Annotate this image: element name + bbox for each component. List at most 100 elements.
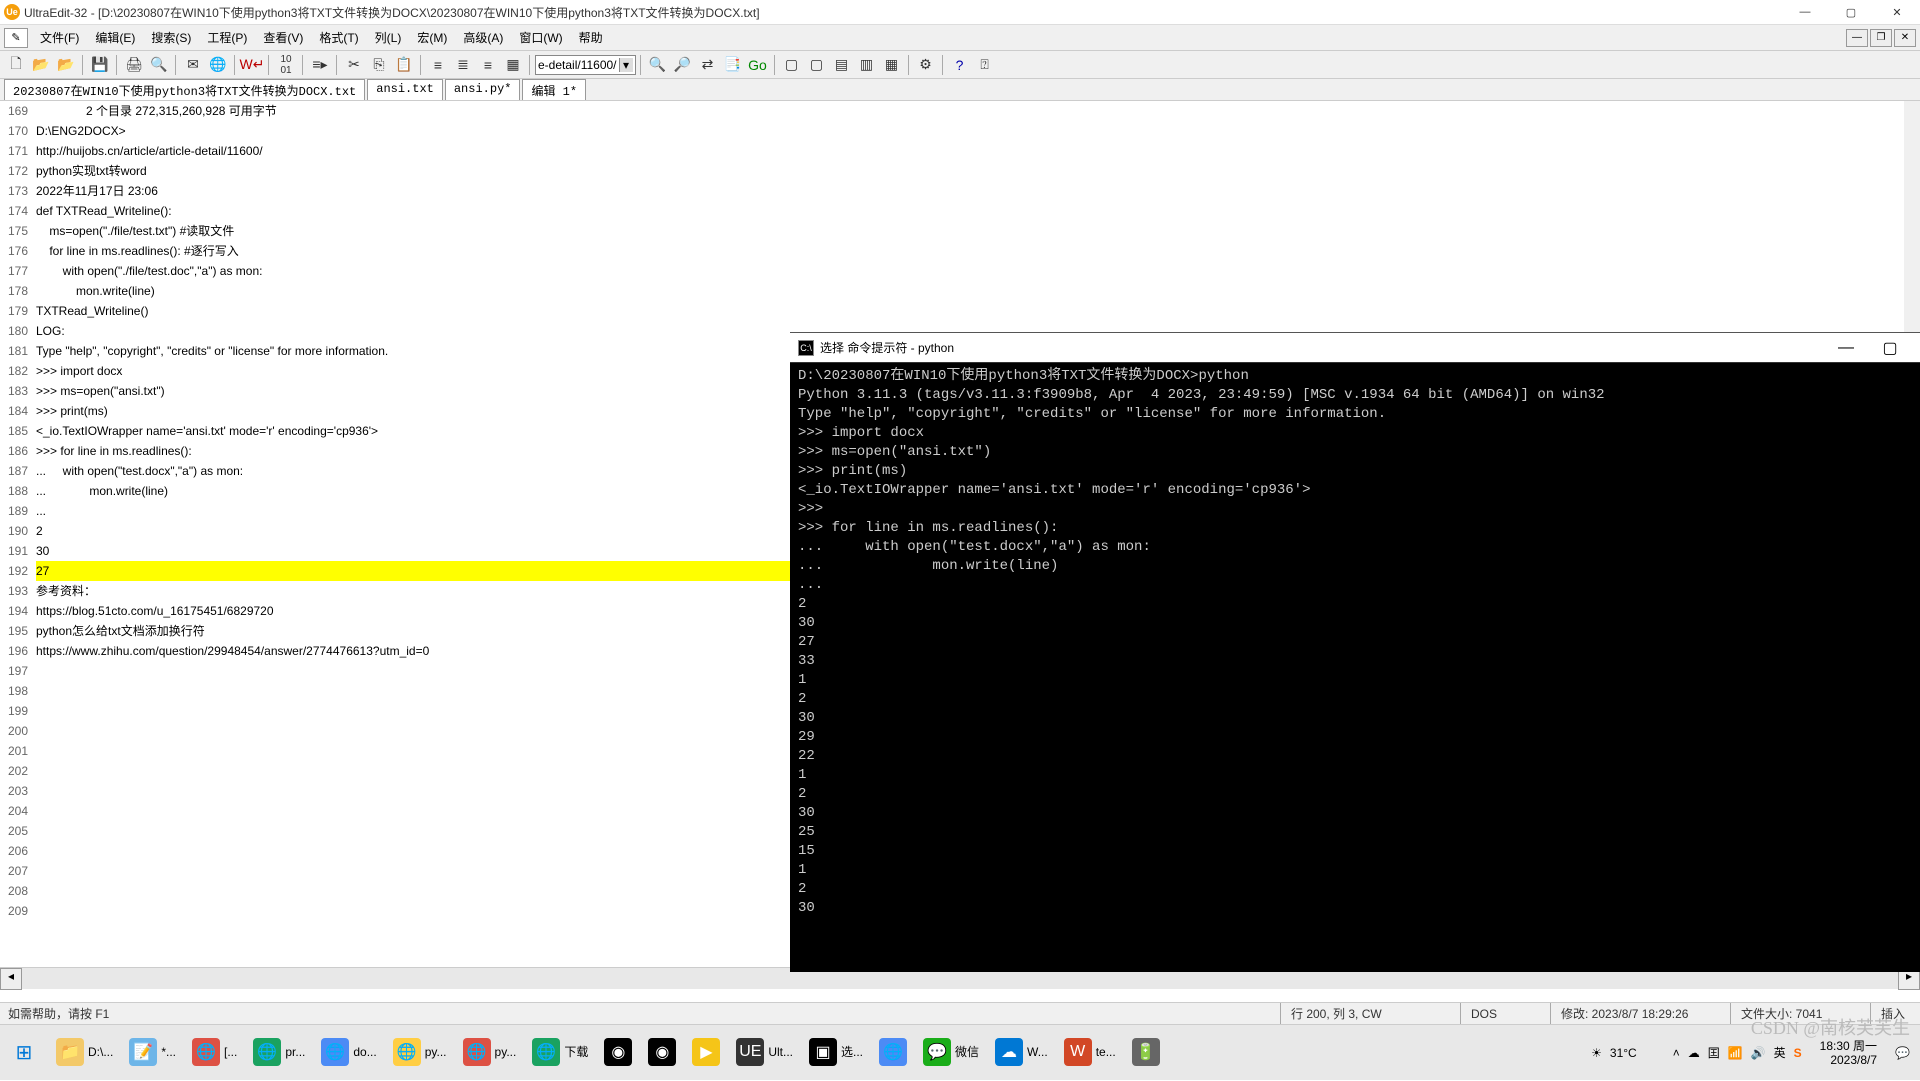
taskbar-app[interactable]: ▶ xyxy=(686,1033,726,1073)
menu-advanced[interactable]: 高级(A) xyxy=(455,27,511,48)
tile-v-icon[interactable]: ▥ xyxy=(855,53,879,77)
file-tab[interactable]: 编辑 1* xyxy=(522,79,586,100)
start-button[interactable]: ⊞ xyxy=(0,1025,48,1081)
word-wrap-icon[interactable]: W↵ xyxy=(240,53,264,77)
tray-sogou-icon[interactable]: S xyxy=(1794,1046,1802,1060)
console-titlebar[interactable]: C:\ 选择 命令提示符 - python — ▢ xyxy=(790,333,1920,363)
align-right-icon[interactable]: ≡ xyxy=(476,53,500,77)
web-icon[interactable]: 🌐 xyxy=(206,53,230,77)
help-icon[interactable]: ? xyxy=(948,53,972,77)
save-icon[interactable]: 💾 xyxy=(88,53,112,77)
menu-project[interactable]: 工程(P) xyxy=(199,27,255,48)
window2-icon[interactable]: ▢ xyxy=(805,53,829,77)
watermark: CSDN @南核芙芙生 xyxy=(1751,1014,1910,1040)
taskbar-app[interactable]: 🌐pr... xyxy=(247,1033,311,1073)
tray-volume-icon[interactable]: 🔊 xyxy=(1751,1046,1766,1060)
open-file-icon[interactable]: 📂 xyxy=(29,53,53,77)
taskbar-app[interactable]: 🌐py... xyxy=(387,1033,453,1073)
new-file-icon[interactable]: 🗋 xyxy=(4,53,28,77)
console-maximize-button[interactable]: ▢ xyxy=(1868,338,1912,358)
status-position: 行 200, 列 3, CW xyxy=(1280,1003,1460,1024)
maximize-button[interactable]: ▢ xyxy=(1828,0,1874,25)
file-tab[interactable]: ansi.py* xyxy=(445,79,521,100)
console-minimize-button[interactable]: — xyxy=(1824,339,1868,357)
taskbar-app[interactable]: 🌐 xyxy=(873,1033,913,1073)
copy-icon[interactable]: ⎘ xyxy=(367,53,391,77)
mdi-restore-button[interactable]: ❐ xyxy=(1870,29,1892,47)
menu-format[interactable]: 格式(T) xyxy=(311,27,366,48)
taskbar-app[interactable]: 🌐do... xyxy=(315,1033,382,1073)
taskbar-app[interactable]: 🔋 xyxy=(1126,1033,1166,1073)
align-left-icon[interactable]: ≡ xyxy=(426,53,450,77)
system-tray: ☀ 31°C ˄ ☁ 囯 📶 🔊 英 S 18:30 周一2023/8/7 💬 xyxy=(1581,1039,1920,1067)
hex-icon[interactable]: 1001 xyxy=(274,53,298,77)
doc-icon[interactable]: ✎ xyxy=(4,28,28,48)
menu-help[interactable]: 帮助 xyxy=(571,27,611,48)
menu-edit[interactable]: 编辑(E) xyxy=(87,27,143,48)
replace-icon[interactable]: ⇄ xyxy=(696,53,720,77)
taskbar-app[interactable]: 🌐py... xyxy=(457,1033,523,1073)
tray-wifi-icon[interactable]: 📶 xyxy=(1728,1046,1743,1060)
status-help: 如需帮助，请按 F1 xyxy=(0,1005,1280,1022)
statusbar: 如需帮助，请按 F1 行 200, 列 3, CW DOS 修改: 2023/8… xyxy=(0,1002,1920,1024)
settings-icon[interactable]: ⚙ xyxy=(914,53,938,77)
menu-macro[interactable]: 宏(M) xyxy=(409,27,455,48)
notifications-icon[interactable]: 💬 xyxy=(1895,1046,1910,1060)
taskbar-app[interactable]: Wte... xyxy=(1058,1033,1122,1073)
find-files-icon[interactable]: 📑 xyxy=(721,53,745,77)
email-icon[interactable]: ✉ xyxy=(181,53,205,77)
list-icon[interactable]: ≡▸ xyxy=(308,53,332,77)
navigation-combo[interactable]: e-detail/11600/▾ xyxy=(535,55,636,75)
file-tab[interactable]: ansi.txt xyxy=(367,79,443,100)
taskbar-clock[interactable]: 18:30 周一2023/8/7 xyxy=(1810,1039,1887,1067)
taskbar-app[interactable]: 💬微信 xyxy=(917,1033,985,1073)
taskbar-app[interactable]: UEUlt... xyxy=(730,1033,799,1073)
temperature[interactable]: 31°C xyxy=(1610,1046,1637,1060)
tray-chevron-icon[interactable]: ˄ xyxy=(1673,1046,1680,1060)
taskbar-app[interactable]: ◉ xyxy=(598,1033,638,1073)
menu-file[interactable]: 文件(F) xyxy=(32,27,87,48)
console-window: C:\ 选择 命令提示符 - python — ▢ D:\20230807在WI… xyxy=(790,332,1920,972)
taskbar-app[interactable]: ☁W... xyxy=(989,1033,1054,1073)
status-modified: 修改: 2023/8/7 18:29:26 xyxy=(1550,1003,1730,1024)
mdi-close-button[interactable]: ✕ xyxy=(1894,29,1916,47)
context-help-icon[interactable]: ⍰ xyxy=(973,53,997,77)
taskbar-app[interactable]: ▣选... xyxy=(803,1033,869,1073)
cut-icon[interactable]: ✂ xyxy=(342,53,366,77)
print-icon[interactable]: 🖨 xyxy=(122,53,146,77)
file-tab[interactable]: 20230807在WIN10下使用python3将TXT文件转换为DOCX.tx… xyxy=(4,79,365,100)
window1-icon[interactable]: ▢ xyxy=(780,53,804,77)
console-title: 选择 命令提示符 - python xyxy=(820,339,1824,356)
menu-window[interactable]: 窗口(W) xyxy=(511,27,570,48)
console-output[interactable]: D:\20230807在WIN10下使用python3将TXT文件转换为DOCX… xyxy=(790,363,1920,922)
taskbar-app[interactable]: 🌐下载 xyxy=(526,1033,594,1073)
taskbar-app[interactable]: ◉ xyxy=(642,1033,682,1073)
menubar: ✎ 文件(F) 编辑(E) 搜索(S) 工程(P) 查看(V) 格式(T) 列(… xyxy=(0,25,1920,51)
taskbar-app[interactable]: 📝*... xyxy=(123,1033,182,1073)
mdi-minimize-button[interactable]: — xyxy=(1846,29,1868,47)
tray-lang-icon[interactable]: 英 xyxy=(1774,1044,1786,1061)
taskbar-app[interactable]: 📁D:\... xyxy=(50,1033,119,1073)
menu-search[interactable]: 搜索(S) xyxy=(143,27,199,48)
weather-icon[interactable]: ☀ xyxy=(1591,1046,1602,1060)
tile-h-icon[interactable]: ▤ xyxy=(830,53,854,77)
find-icon[interactable]: 🔍 xyxy=(646,53,670,77)
align-center-icon[interactable]: ≣ xyxy=(451,53,475,77)
cmd-icon: C:\ xyxy=(798,340,814,356)
open-file2-icon[interactable]: 📂 xyxy=(54,53,78,77)
paste-icon[interactable]: 📋 xyxy=(392,53,416,77)
print-preview-icon[interactable]: 🔍 xyxy=(147,53,171,77)
close-button[interactable]: ✕ xyxy=(1874,0,1920,25)
justify-icon[interactable]: ▦ xyxy=(501,53,525,77)
minimize-button[interactable]: — xyxy=(1782,0,1828,25)
menu-column[interactable]: 列(L) xyxy=(367,27,410,48)
taskbar-app[interactable]: 🌐[... xyxy=(186,1033,243,1073)
titlebar: Ue UltraEdit-32 - [D:\20230807在WIN10下使用p… xyxy=(0,0,1920,25)
tray-ime-icon[interactable]: 囯 xyxy=(1708,1044,1720,1061)
menu-view[interactable]: 查看(V) xyxy=(255,27,311,48)
scroll-left-icon[interactable]: ◂ xyxy=(0,968,22,990)
find-next-icon[interactable]: 🔎 xyxy=(671,53,695,77)
cascade-icon[interactable]: ▦ xyxy=(880,53,904,77)
goto-icon[interactable]: Go xyxy=(746,53,770,77)
tray-onedrive-icon[interactable]: ☁ xyxy=(1688,1046,1700,1060)
